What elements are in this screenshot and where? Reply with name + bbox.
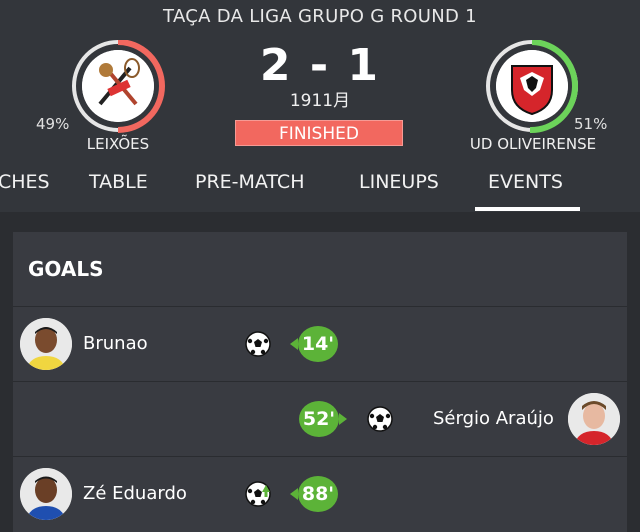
soccer-ball-assist-icon [245,481,271,507]
soccer-ball-icon [367,406,393,432]
player-avatar [20,468,72,520]
goal-minute: 88' [298,476,338,512]
player-avatar [20,318,72,370]
goal-minute: 52' [299,401,339,437]
competition-title: TAÇA DA LIGA GRUPO G ROUND 1 [163,6,477,27]
oliveirense-crest-icon [496,50,568,122]
active-tab-indicator [475,207,580,211]
minute-pointer [290,338,298,350]
match-tabs: CHES TABLE PRE-MATCH LINEUPS EVENTS [0,165,640,212]
away-team-name[interactable]: UD OLIVEIRENSE [458,135,608,153]
minute-pointer [290,488,298,500]
away-team-badge[interactable] [486,40,582,136]
event-row[interactable]: Zé Eduardo 88' [13,456,627,531]
minute-pointer [339,413,347,425]
tab-matches[interactable]: CHES [0,171,50,193]
goals-card: GOALS Brunao 14' 52' Sérgio Araújo Zé Ed… [13,232,627,532]
match-header: TAÇA DA LIGA GRUPO G ROUND 1 49% LEIXÕES… [0,0,640,212]
tab-events[interactable]: EVENTS [488,171,563,193]
tab-lineups[interactable]: LINEUPS [359,171,439,193]
event-row[interactable]: Brunao 14' [13,306,627,381]
tab-pre-match[interactable]: PRE-MATCH [195,171,304,193]
match-status-badge: FINISHED [235,120,403,146]
tab-table[interactable]: TABLE [89,171,148,193]
player-name: Sérgio Araújo [433,408,554,429]
player-name: Zé Eduardo [83,483,187,504]
home-possession: 49% [36,115,70,133]
goal-minute: 14' [298,326,338,362]
home-team-name[interactable]: LEIXÕES [72,135,164,153]
soccer-ball-icon [245,331,271,357]
section-title: GOALS [28,257,104,281]
event-row[interactable]: 52' Sérgio Araújo [13,381,627,456]
player-avatar [568,393,620,445]
away-possession: 51% [574,115,608,133]
player-name: Brunao [83,333,148,354]
